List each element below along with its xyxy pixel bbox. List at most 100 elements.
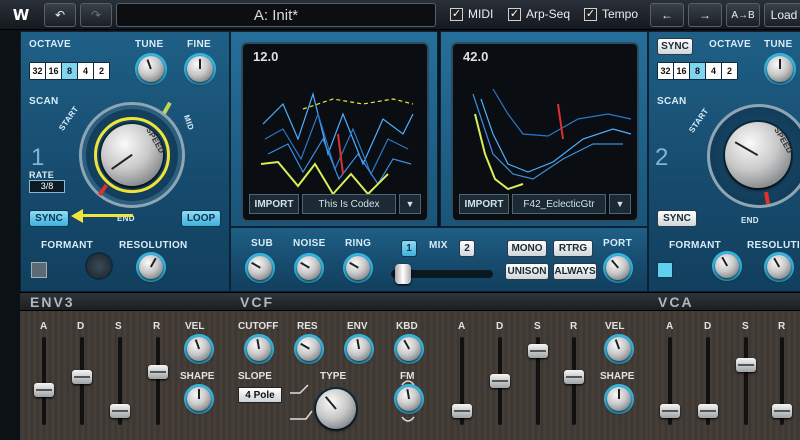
preset-name-field[interactable]: A: Init* <box>116 3 436 27</box>
resonance-label: RES <box>297 321 318 332</box>
check-icon: ✓ <box>450 7 463 21</box>
mix-osc2-button[interactable]: 2 <box>459 240 475 257</box>
slope-selector[interactable]: 4 Pole <box>238 387 282 403</box>
octave-2[interactable]: 2 <box>722 63 737 79</box>
sub-label: SUB <box>251 238 274 249</box>
env-velocity-knob[interactable] <box>607 337 631 361</box>
env-attack-label: A <box>458 321 466 332</box>
cutoff-knob[interactable] <box>247 337 271 361</box>
portamento-knob[interactable] <box>606 256 630 280</box>
sync-button[interactable]: SYNC <box>29 210 69 227</box>
formant-label: FORMANT <box>41 240 94 251</box>
env3-release-fader-track[interactable] <box>156 337 160 425</box>
env3-shape-knob[interactable] <box>187 387 211 411</box>
mono-button[interactable]: MONO <box>507 240 547 257</box>
osc2-resolution-knob[interactable] <box>767 255 791 279</box>
resolution-knob[interactable] <box>139 255 163 279</box>
octave-selector[interactable]: 32 16 8 4 2 <box>29 62 110 80</box>
tune-knob[interactable] <box>138 56 164 82</box>
filter-type-knob[interactable] <box>316 389 356 429</box>
chevron-down-icon[interactable]: ▼ <box>609 194 631 214</box>
wave-1-panel: 12.0 IMPORT This Is Codex ▼ <box>230 31 438 227</box>
rate-value-field[interactable]: 3/8 <box>29 180 65 193</box>
noise-knob[interactable] <box>297 256 321 280</box>
vca-sustain-fader-thumb[interactable] <box>736 357 756 372</box>
env3-velocity-knob[interactable] <box>187 337 211 361</box>
vca-attack-fader-thumb[interactable] <box>660 403 680 418</box>
ring-label: RING <box>345 238 372 249</box>
octave-16[interactable]: 16 <box>46 63 61 79</box>
osc2-resolution-label: RESOLUTION <box>747 240 800 251</box>
scan-label: SCAN <box>29 96 59 107</box>
osc2-octave-selector[interactable]: 32 16 8 4 2 <box>657 62 738 80</box>
loop-button[interactable]: LOOP <box>181 210 221 227</box>
mix-osc1-button[interactable]: 1 <box>401 240 417 257</box>
resonance-knob[interactable] <box>297 337 321 361</box>
octave-32[interactable]: 32 <box>30 63 45 79</box>
tune-label: TUNE <box>135 39 164 50</box>
retrigger-button[interactable]: RTRG <box>553 240 593 257</box>
env-sustain-fader-thumb[interactable] <box>528 344 548 359</box>
octave-4[interactable]: 4 <box>706 63 721 79</box>
formant-toggle[interactable] <box>31 262 47 278</box>
tempo-toggle[interactable]: ✓ Tempo <box>584 7 638 21</box>
mid-label: MID <box>181 113 196 132</box>
env3-decay-fader-thumb[interactable] <box>72 370 92 385</box>
env-attack-fader-thumb[interactable] <box>452 403 472 418</box>
osc2-sync-top-button[interactable]: SYNC <box>657 38 693 55</box>
midi-toggle[interactable]: ✓ MIDI <box>450 7 493 21</box>
vca-release-fader-thumb[interactable] <box>772 403 792 418</box>
mix-label: MIX <box>429 240 448 251</box>
arp-seq-toggle[interactable]: ✓ Arp-Seq <box>508 7 570 21</box>
resolution-label: RESOLUTION <box>119 240 188 251</box>
osc2-sync-button[interactable]: SYNC <box>657 210 697 227</box>
next-preset-button[interactable]: → <box>688 3 722 27</box>
env-release-fader-thumb[interactable] <box>564 370 584 385</box>
wavetable-1-name[interactable]: This Is Codex <box>302 194 396 214</box>
prev-preset-button[interactable]: ← <box>650 3 684 27</box>
load-button[interactable]: Load <box>764 3 800 27</box>
env3-attack-fader-track[interactable] <box>42 337 46 425</box>
wavetable-2-name[interactable]: F42_EclecticGtr <box>512 194 606 214</box>
osc2-octave-label: OCTAVE <box>709 39 751 50</box>
import-button[interactable]: IMPORT <box>249 194 299 214</box>
octave-32[interactable]: 32 <box>658 63 673 79</box>
keyboard-tracking-knob[interactable] <box>397 337 421 361</box>
fine-knob[interactable] <box>187 56 213 82</box>
formant-knob[interactable] <box>87 254 111 278</box>
vca-decay-label: D <box>704 321 712 332</box>
octave-8[interactable]: 8 <box>690 63 705 79</box>
env-shape-knob[interactable] <box>607 387 631 411</box>
octave-8[interactable]: 8 <box>62 63 77 79</box>
vca-sustain-fader-track[interactable] <box>744 337 748 425</box>
env3-title: ENV3 <box>30 294 75 310</box>
always-button[interactable]: ALWAYS <box>553 263 597 280</box>
octave-4[interactable]: 4 <box>78 63 93 79</box>
check-icon: ✓ <box>584 7 597 21</box>
undo-button[interactable]: ↶ <box>44 3 76 27</box>
filter-env-knob[interactable] <box>347 337 371 361</box>
arrow-icon <box>75 214 133 217</box>
wavetable-1-display[interactable]: 12.0 IMPORT This Is Codex ▼ <box>241 42 429 222</box>
chevron-down-icon[interactable]: ▼ <box>399 194 421 214</box>
octave-16[interactable]: 16 <box>674 63 689 79</box>
filter-fm-knob[interactable] <box>397 387 421 411</box>
a-to-b-button[interactable]: A→B <box>726 3 760 27</box>
env3-sustain-fader-thumb[interactable] <box>110 403 130 418</box>
osc2-tune-knob[interactable] <box>767 56 793 82</box>
env3-attack-fader-thumb[interactable] <box>34 382 54 397</box>
cutoff-label: CUTOFF <box>238 321 279 332</box>
mix-slider-thumb[interactable] <box>395 264 412 284</box>
unison-button[interactable]: UNISON <box>505 263 549 280</box>
octave-2[interactable]: 2 <box>94 63 109 79</box>
env-decay-fader-thumb[interactable] <box>490 374 510 388</box>
vca-decay-fader-thumb[interactable] <box>698 403 718 418</box>
osc2-formant-knob[interactable] <box>715 254 739 278</box>
sub-knob[interactable] <box>248 256 272 280</box>
wavetable-2-display[interactable]: 42.0 IMPORT F42_EclecticGtr ▼ <box>451 42 639 222</box>
redo-button[interactable]: ↷ <box>80 3 112 27</box>
osc2-formant-toggle[interactable] <box>657 262 673 278</box>
import-button[interactable]: IMPORT <box>459 194 509 214</box>
ring-knob[interactable] <box>346 256 370 280</box>
env3-release-fader-thumb[interactable] <box>148 365 168 380</box>
